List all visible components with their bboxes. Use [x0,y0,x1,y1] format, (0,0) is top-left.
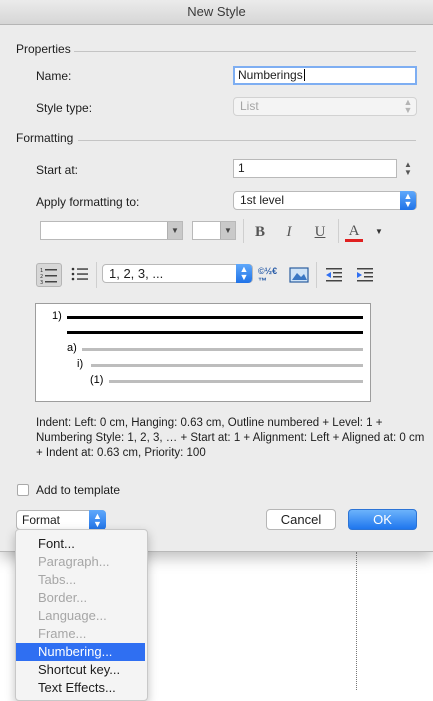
style-description: Indent: Left: 0 cm, Hanging: 0.63 cm, Ou… [36,417,425,459]
dropdown-arrow-icon: ▼ [220,222,235,239]
format-button-label: Format [22,513,61,527]
apply-formatting-select[interactable]: 1st level ▲ ▼ [233,191,417,210]
decrease-indent-button[interactable] [321,265,347,289]
toolbar-separator [243,219,244,243]
page-margin-guide [356,552,357,690]
style-type-label: Style type: [36,101,93,115]
font-color-button[interactable]: A [343,220,365,242]
preview-line [67,316,363,319]
apply-formatting-value: 1st level [240,193,285,207]
menu-item-font[interactable]: Font... [16,535,145,553]
bulleted-list-button[interactable] [67,263,93,287]
add-to-template-checkbox[interactable] [17,484,29,496]
toolbar-separator [96,262,97,288]
font-size-combo[interactable]: ▼ [192,221,236,240]
number-style-value: 1, 2, 3, ... [109,266,164,281]
menu-item-tabs: Tabs... [38,572,77,587]
menu-item-text-effects[interactable]: Text Effects... [16,679,145,697]
menu-item-language: Language... [38,608,107,623]
start-at-stepper[interactable]: ▲ ▼ [403,159,413,178]
font-color-swatch [345,239,363,242]
increase-indent-button[interactable] [352,265,378,289]
properties-divider [74,51,416,52]
font-color-letter: A [348,223,360,239]
start-at-field[interactable]: 1 [233,159,397,178]
updown-chevron-icon: ▲ ▼ [403,97,413,115]
bold-button[interactable]: B [249,221,271,243]
picture-bullet-button[interactable] [286,265,312,289]
toolbar-separator [316,262,317,288]
formatting-section-label: Formatting [16,131,74,145]
style-preview: 1) a) i) (1) [35,303,371,402]
number-style-select[interactable]: 1, 2, 3, ... ▲ ▼ [102,264,253,283]
properties-section-label: Properties [16,42,71,56]
name-label: Name: [36,69,72,83]
menu-item-border: Border... [38,590,88,605]
add-to-template-label: Add to template [36,483,121,497]
numbered-list-icon: 1 2 3 [40,268,57,286]
new-style-dialog: New Style Properties Name: Numberings St… [0,0,433,552]
decrease-indent-icon [326,268,342,282]
name-field[interactable]: Numberings [233,66,417,85]
menu-item-numbering[interactable]: Numbering... [16,643,145,661]
format-popup-button[interactable]: Format ▲ ▼ [16,510,106,530]
preview-line [67,331,363,334]
italic-button[interactable]: I [278,221,300,243]
picture-icon [289,267,309,283]
svg-text:3: 3 [40,280,43,286]
underline-button[interactable]: U [309,221,331,243]
format-menu: Font... Paragraph... Tabs... Border... L… [15,529,148,701]
preview-line [82,348,363,351]
updown-chevron-icon: ▲ ▼ [89,510,106,530]
dialog-title: New Style [0,0,433,25]
bulleted-list-icon [71,267,88,281]
updown-chevron-icon: ▲ ▼ [400,191,416,210]
style-type-select[interactable]: List ▲ ▼ [233,97,417,116]
numbered-list-button[interactable]: 1 2 3 [36,263,62,287]
menu-item-paragraph: Paragraph... [38,554,110,569]
text-caret [303,69,305,81]
cancel-button[interactable]: Cancel [266,509,336,530]
style-type-value: List [240,99,259,113]
apply-formatting-label: Apply formatting to: [36,195,140,209]
font-name-combo[interactable]: ▼ [40,221,183,240]
preview-line [91,364,363,367]
preview-level-3-label: i) [77,358,84,370]
preview-level-2-label: a) [67,342,77,354]
formatting-divider [78,140,416,141]
increase-indent-icon [357,268,373,282]
menu-item-shortcut-key[interactable]: Shortcut key... [16,661,145,679]
preview-line [109,380,363,383]
updown-chevron-icon: ▲ ▼ [236,264,252,283]
ok-button[interactable]: OK [348,509,417,530]
name-field-value: Numberings [238,68,303,82]
preview-level-1-label: 1) [52,310,62,322]
menu-item-frame: Frame... [38,626,87,641]
dropdown-arrow-icon: ▼ [167,222,182,239]
symbol-button[interactable]: ©½€™ [258,266,282,286]
font-color-dropdown-icon[interactable]: ▼ [375,227,383,236]
preview-level-4-label: (1) [90,374,104,386]
symbol-icon: ©½€™ [258,266,278,286]
start-at-label: Start at: [36,163,79,177]
toolbar-separator [338,219,339,243]
start-at-value: 1 [238,161,245,175]
